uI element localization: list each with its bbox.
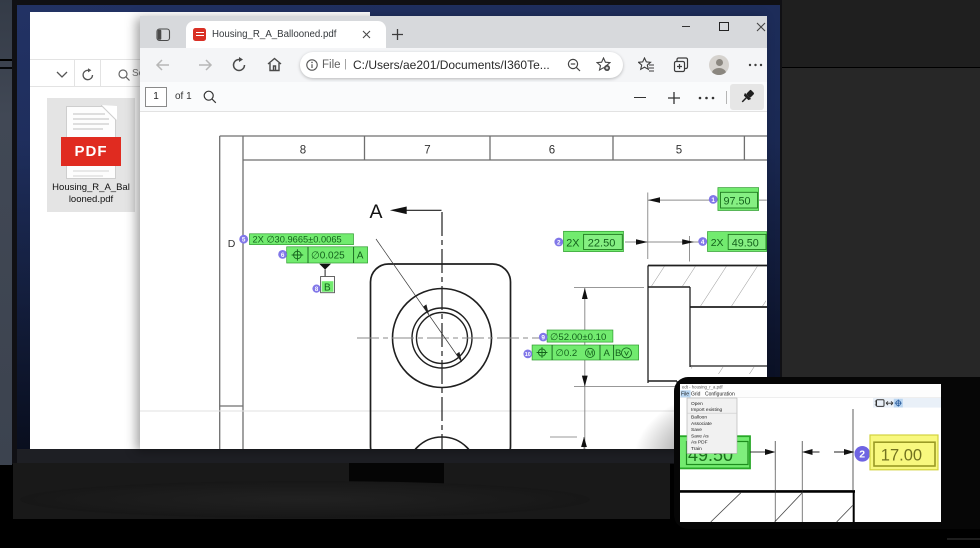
- svg-text:8: 8: [300, 145, 306, 157]
- svg-text:2: 2: [859, 449, 865, 461]
- svg-text:4: 4: [701, 239, 705, 246]
- svg-text:Associate: Associate: [691, 421, 712, 427]
- svg-text:Train: Train: [691, 446, 702, 452]
- svg-text:7: 7: [424, 145, 430, 157]
- svg-text:97.50: 97.50: [724, 195, 751, 207]
- svg-text:17.00: 17.00: [881, 447, 922, 465]
- svg-text:Open: Open: [691, 401, 703, 407]
- svg-text:edt - housing_r_a.pdf: edt - housing_r_a.pdf: [682, 385, 723, 390]
- svg-text:9: 9: [541, 335, 545, 342]
- svg-text:A: A: [357, 251, 364, 262]
- svg-text:∅0.025: ∅0.025: [311, 251, 345, 262]
- svg-text:B: B: [615, 348, 621, 359]
- svg-text:6: 6: [281, 252, 285, 259]
- svg-text:A: A: [604, 348, 611, 359]
- svg-text:5: 5: [676, 145, 682, 157]
- svg-text:Import existing: Import existing: [691, 407, 723, 413]
- svg-text:10: 10: [525, 352, 531, 358]
- svg-text:Balloon: Balloon: [691, 415, 707, 421]
- svg-text:2X ∅30.9665±0.0065: 2X ∅30.9665±0.0065: [253, 235, 342, 245]
- svg-text:File: File: [681, 391, 689, 397]
- svg-text:1: 1: [711, 197, 715, 204]
- svg-text:5: 5: [242, 237, 246, 244]
- svg-text:M: M: [587, 349, 593, 358]
- svg-text:Save As: Save As: [691, 433, 709, 439]
- svg-text:49.50: 49.50: [732, 237, 759, 249]
- svg-text:2X: 2X: [566, 237, 579, 249]
- svg-text:6: 6: [549, 145, 555, 157]
- svg-text:2: 2: [557, 240, 561, 247]
- svg-text:As PDF: As PDF: [691, 440, 708, 446]
- svg-text:∅0.2: ∅0.2: [556, 348, 578, 359]
- svg-text:Save: Save: [691, 427, 702, 433]
- svg-text:D: D: [228, 238, 236, 250]
- svg-text:Configuration: Configuration: [705, 391, 735, 397]
- svg-text:A: A: [370, 201, 383, 223]
- svg-text:∅52.00±0.10: ∅52.00±0.10: [550, 332, 606, 343]
- svg-text:22.50: 22.50: [588, 238, 616, 250]
- svg-text:B: B: [324, 282, 331, 293]
- svg-text:2X: 2X: [711, 237, 724, 249]
- svg-text:Grid: Grid: [691, 391, 701, 397]
